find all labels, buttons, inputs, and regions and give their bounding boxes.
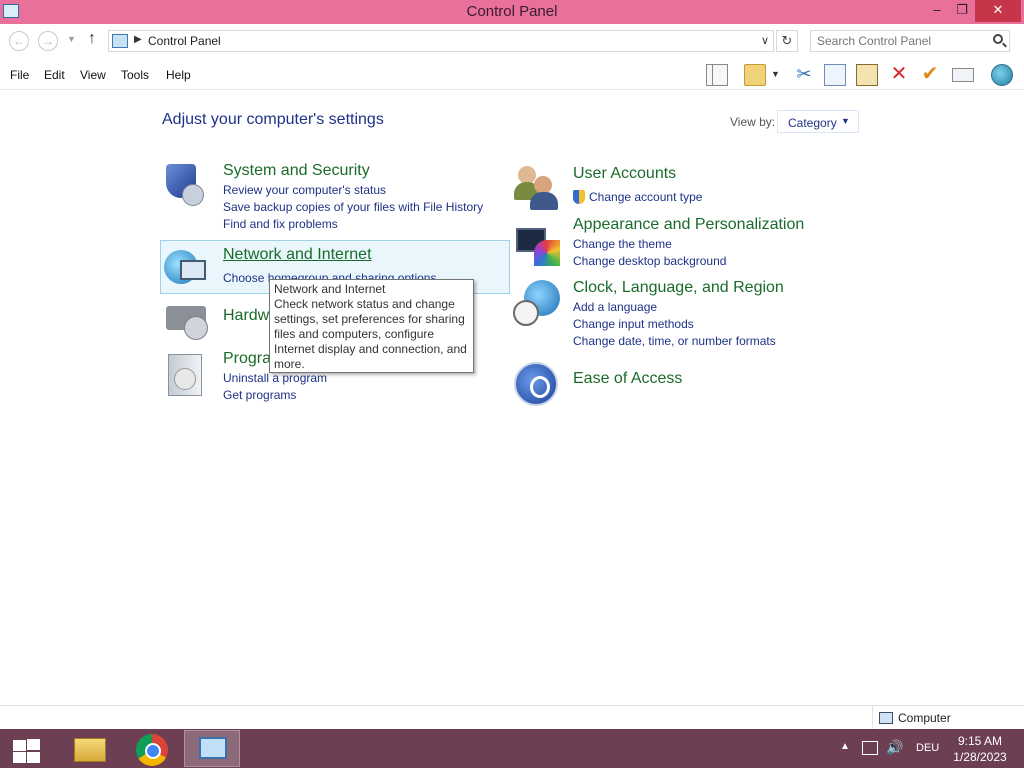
menu-view[interactable]: View — [80, 68, 106, 82]
address-row: ← → ▼ ↑ ▶ Control Panel ∨ ↻ — [0, 24, 1024, 60]
folder-options-icon[interactable] — [744, 64, 766, 86]
paste-icon[interactable] — [856, 64, 878, 86]
up-button[interactable]: ↑ — [88, 30, 96, 48]
category-appearance[interactable]: Appearance and Personalization — [573, 216, 804, 234]
menu-file[interactable]: File — [10, 68, 29, 82]
link-date-time-formats[interactable]: Change date, time, or number formats — [573, 334, 776, 348]
category-system-security[interactable]: System and Security — [223, 162, 370, 180]
breadcrumb-separator-icon[interactable]: ▶ — [134, 34, 142, 45]
cut-icon[interactable]: ✂ — [793, 64, 815, 86]
refresh-button[interactable]: ↻ — [776, 30, 798, 52]
category-clock-language-region[interactable]: Clock, Language, and Region — [573, 279, 784, 297]
page-title: Adjust your computer's settings — [162, 111, 384, 128]
properties-icon[interactable] — [952, 68, 974, 82]
link-change-theme[interactable]: Change the theme — [573, 237, 672, 251]
volume-tray-icon[interactable]: 🔊 — [886, 739, 903, 768]
menu-bar: File Edit View Tools Help ▼ ✂ ✕ ✔ — [0, 60, 1024, 90]
forward-button[interactable]: → — [38, 31, 58, 51]
menu-help[interactable]: Help — [166, 68, 191, 82]
recent-locations-dropdown[interactable]: ▼ — [67, 34, 76, 44]
status-computer-label: Computer — [898, 711, 951, 725]
tooltip-line: Network and Internet — [274, 282, 386, 296]
category-ease-of-access[interactable]: Ease of Access — [573, 370, 682, 388]
folder-options-dropdown-icon[interactable]: ▼ — [771, 69, 785, 91]
clock-globe-icon[interactable] — [512, 280, 560, 328]
status-computer-zone: Computer — [872, 706, 1024, 730]
link-input-methods[interactable]: Change input methods — [573, 317, 694, 331]
view-by-select[interactable]: Category ▼ — [777, 110, 859, 133]
link-find-fix-problems[interactable]: Find and fix problems — [223, 217, 338, 231]
view-by-value[interactable]: Category — [788, 116, 837, 130]
appearance-monitor-icon[interactable] — [512, 222, 560, 270]
view-by-dropdown-icon[interactable]: ▼ — [841, 116, 850, 126]
link-add-language[interactable]: Add a language — [573, 300, 657, 314]
link-review-status[interactable]: Review your computer's status — [223, 183, 386, 197]
chrome-taskbar-icon[interactable] — [124, 730, 180, 767]
tooltip-line: settings, set preferences for sharing — [274, 312, 465, 326]
globe-icon[interactable] — [991, 64, 1013, 86]
network-tray-icon[interactable] — [862, 741, 878, 755]
minimize-button[interactable]: – — [925, 0, 949, 22]
clock-tray[interactable]: 9:15 AM 1/28/2023 — [940, 733, 1020, 768]
link-file-history[interactable]: Save backup copies of your files with Fi… — [223, 200, 483, 214]
input-language-indicator[interactable]: DEU — [916, 742, 939, 768]
file-explorer-taskbar-icon[interactable] — [62, 730, 118, 767]
status-bar: Computer — [0, 705, 1024, 730]
window-title: Control Panel — [466, 3, 558, 20]
printer-icon[interactable] — [162, 296, 210, 344]
category-network-internet[interactable]: Network and Internet — [223, 246, 372, 264]
network-globe-icon[interactable] — [162, 246, 210, 294]
network-internet-tooltip: Network and Internet Check network statu… — [269, 279, 474, 373]
control-panel-icon — [112, 34, 128, 48]
tooltip-line: more. — [274, 357, 305, 371]
tooltip-line: files and computers, configure — [274, 327, 435, 341]
ease-of-access-icon[interactable] — [512, 360, 560, 408]
link-uninstall-program[interactable]: Uninstall a program — [223, 371, 327, 385]
search-input[interactable] — [817, 34, 982, 48]
start-windows-icon[interactable] — [10, 737, 40, 763]
copy-icon[interactable] — [824, 64, 846, 86]
control-panel-taskbar-icon[interactable] — [184, 730, 240, 767]
search-icon[interactable] — [993, 34, 1003, 44]
back-button[interactable]: ← — [9, 31, 29, 51]
clock-time: 9:15 AM — [957, 734, 1003, 748]
layout-pane-icon[interactable] — [706, 64, 728, 86]
programs-box-icon[interactable] — [162, 352, 210, 400]
search-box[interactable] — [810, 30, 1010, 52]
link-get-programs[interactable]: Get programs — [223, 388, 296, 402]
restore-button[interactable]: ❐ — [950, 0, 974, 22]
uac-shield-icon — [573, 190, 585, 204]
address-bar[interactable]: ▶ Control Panel ∨ — [108, 30, 774, 52]
taskbar: ▲ 🔊 DEU 9:15 AM 1/28/2023 — [0, 729, 1024, 768]
link-change-account-type[interactable]: Change account type — [589, 190, 702, 204]
show-hidden-icons-icon[interactable]: ▲ — [840, 741, 850, 768]
clock-date: 1/28/2023 — [953, 750, 1007, 764]
users-icon[interactable] — [512, 164, 560, 212]
menu-edit[interactable]: Edit — [44, 68, 65, 82]
close-button[interactable]: ✕ — [975, 0, 1021, 22]
category-user-accounts[interactable]: User Accounts — [573, 165, 676, 183]
title-bar: Control Panel – ❐ ✕ — [0, 0, 1024, 24]
delete-icon[interactable]: ✕ — [888, 64, 910, 86]
tooltip-line: Check network status and change — [274, 297, 455, 311]
check-icon[interactable]: ✔ — [919, 64, 941, 86]
address-dropdown-icon[interactable]: ∨ — [761, 34, 769, 47]
menu-tools[interactable]: Tools — [121, 68, 149, 82]
tooltip-line: Internet display and connection, and — [274, 342, 467, 356]
link-desktop-background[interactable]: Change desktop background — [573, 254, 726, 268]
computer-icon — [879, 712, 893, 724]
view-by-label: View by: — [730, 115, 776, 129]
breadcrumb-control-panel[interactable]: Control Panel — [148, 34, 221, 48]
security-shield-icon[interactable] — [162, 162, 210, 210]
